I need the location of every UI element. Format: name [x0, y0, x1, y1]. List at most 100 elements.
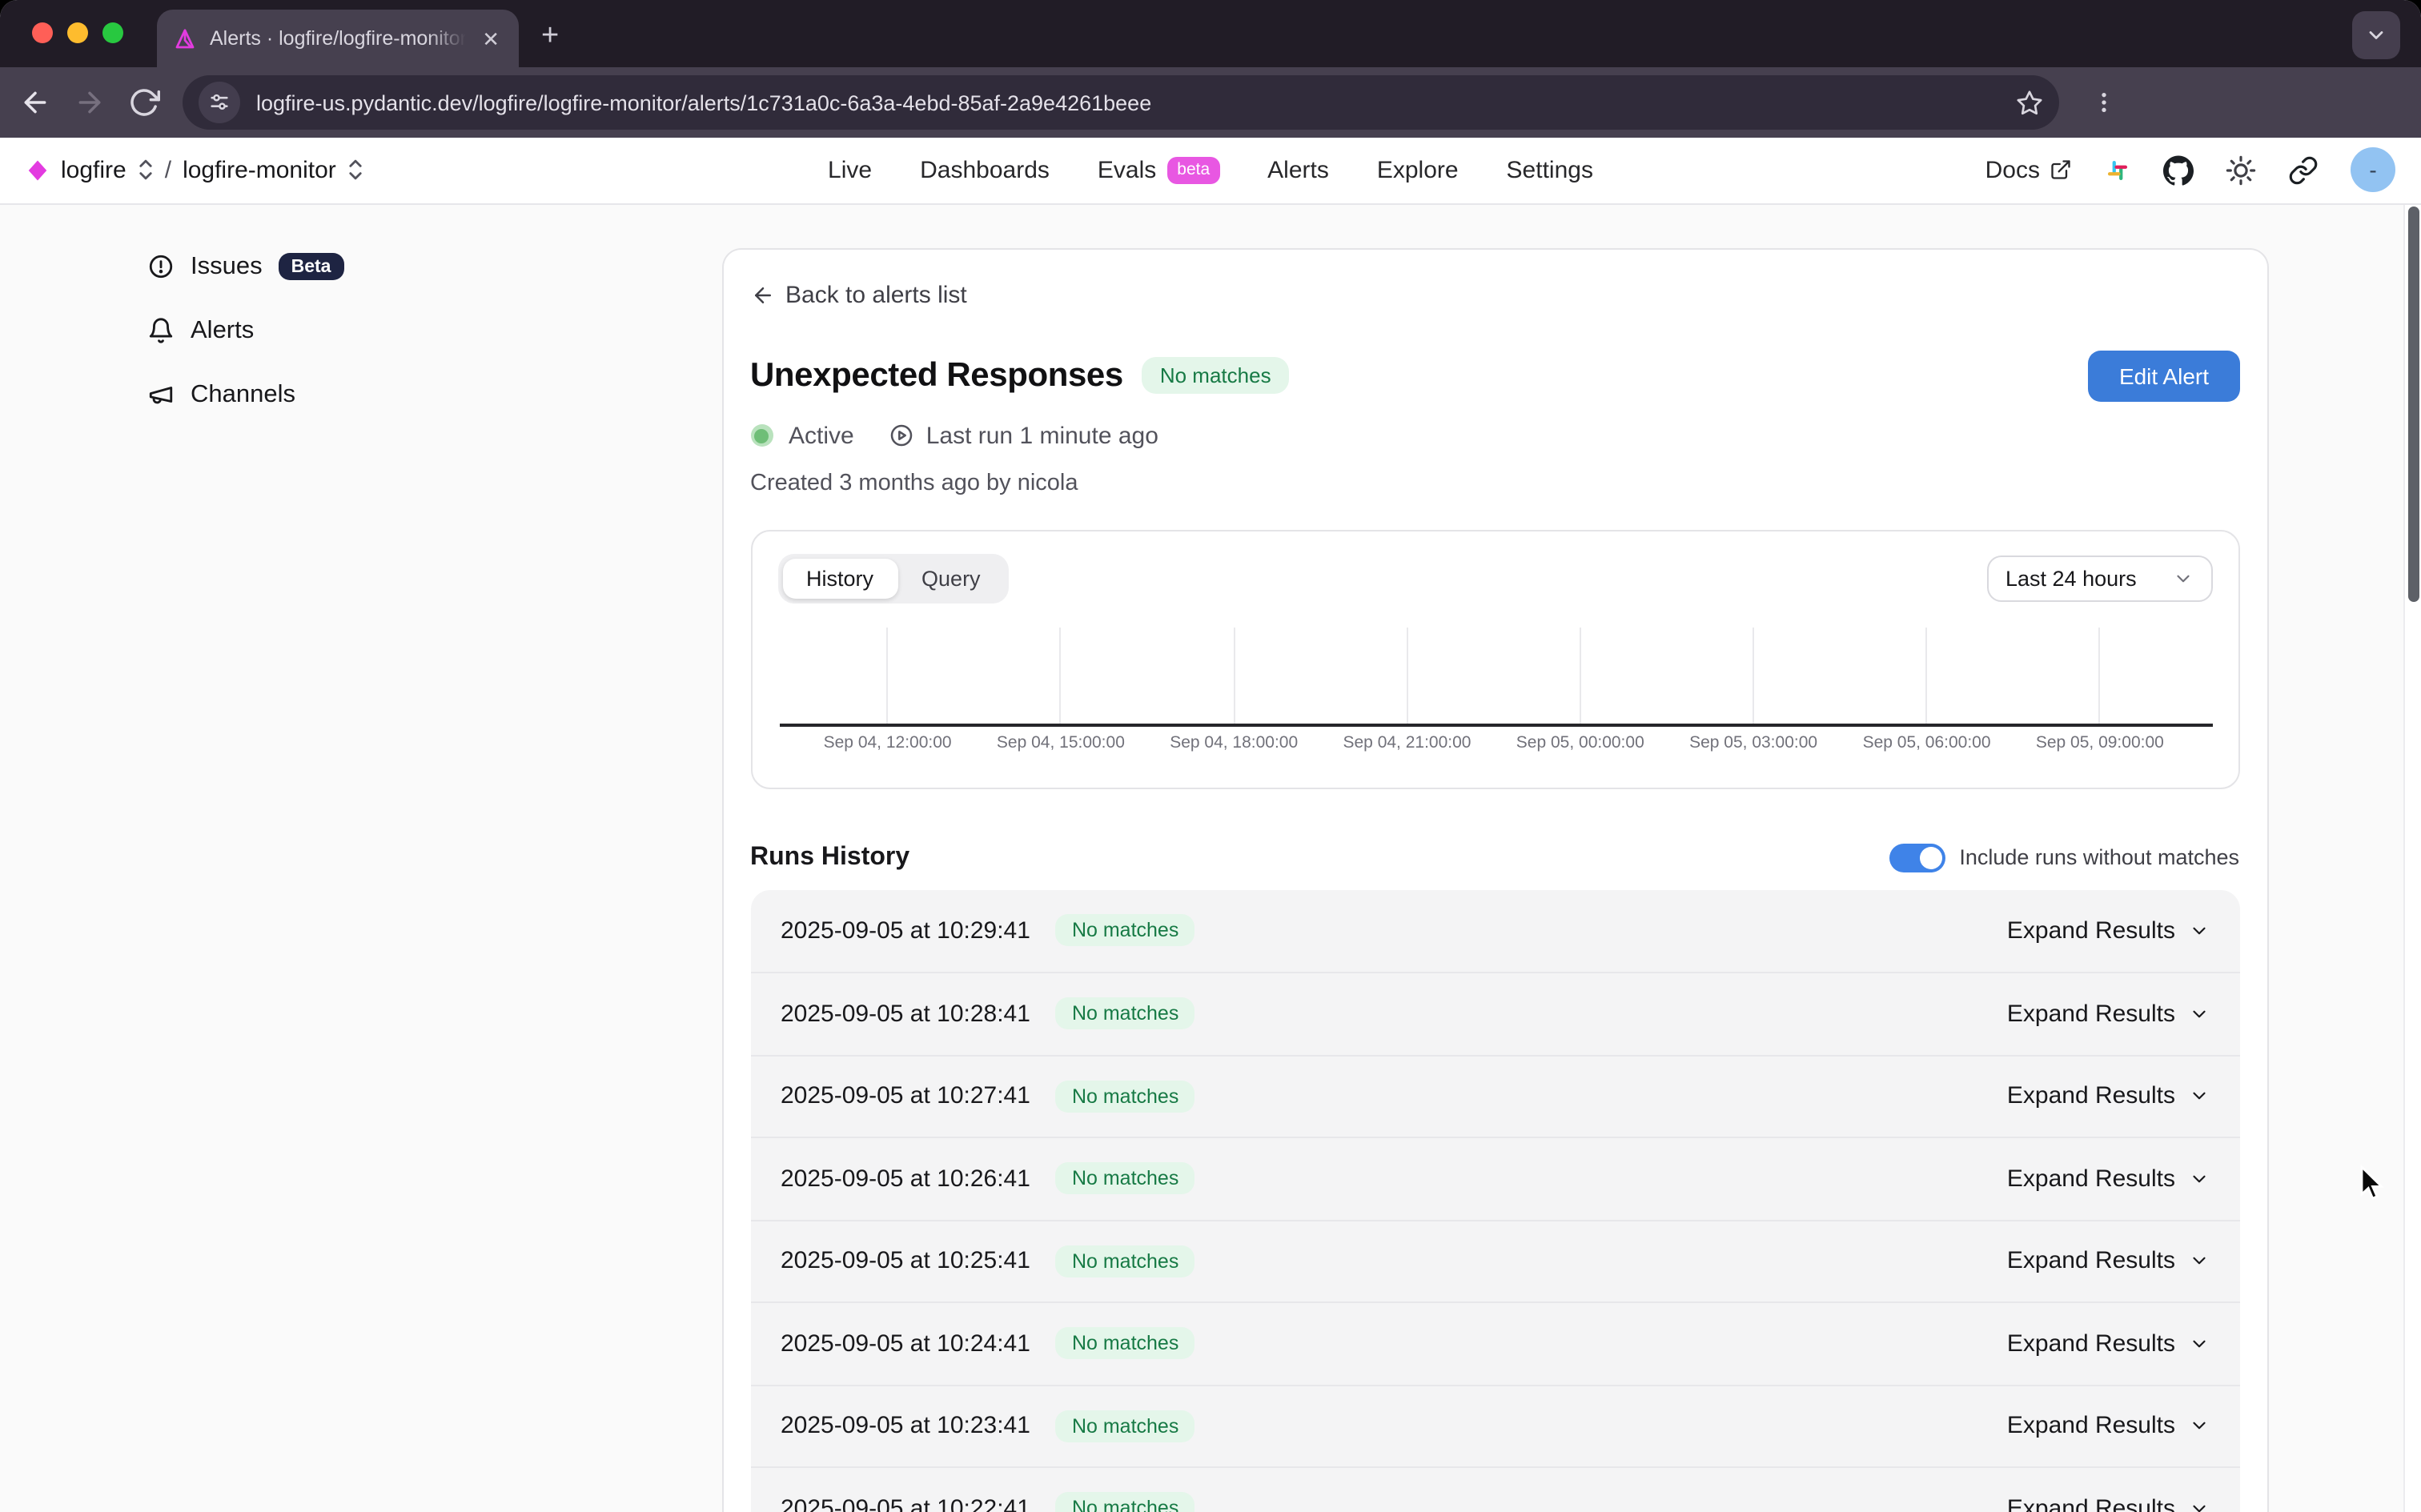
expand-results-button[interactable]: Expand Results [2007, 1495, 2209, 1512]
tab-search-button[interactable] [2352, 11, 2400, 59]
site-settings-icon[interactable] [199, 82, 240, 123]
new-tab-button[interactable]: + [541, 19, 559, 54]
run-timestamp: 2025-09-05 at 10:28:41 [781, 1001, 1030, 1028]
updown-chevron-icon[interactable] [347, 159, 363, 182]
expand-results-button[interactable]: Expand Results [2007, 1248, 2209, 1275]
back-to-alerts-link[interactable]: Back to alerts list [750, 281, 2239, 308]
runs-history-header: Runs History Include runs without matche… [750, 843, 2239, 872]
browser-toolbar: logfire-us.pydantic.dev/logfire/logfire-… [0, 67, 2421, 138]
include-runs-toggle[interactable] [1889, 843, 1945, 872]
expand-results-button[interactable]: Expand Results [2007, 1165, 2209, 1193]
reload-icon[interactable] [128, 86, 160, 118]
sidebar-item-channels[interactable]: Channels [147, 380, 721, 409]
expand-results-button[interactable]: Expand Results [2007, 917, 2209, 944]
chart-gridline [1407, 627, 1408, 723]
nav-alerts[interactable]: Alerts [1267, 157, 1329, 184]
nav-settings[interactable]: Settings [1507, 157, 1593, 184]
sidebar-item-label: Alerts [191, 316, 254, 345]
nav-evals[interactable]: Evalsbeta [1098, 157, 1219, 184]
run-status-badge: No matches [1056, 1410, 1194, 1442]
alert-status-badge: No matches [1142, 357, 1289, 394]
active-indicator-dot [750, 424, 773, 447]
run-timestamp: 2025-09-05 at 10:26:41 [781, 1165, 1030, 1193]
scrollbar-thumb[interactable] [2407, 207, 2419, 602]
alert-detail-card: Back to alerts list Unexpected Responses… [721, 247, 2268, 1512]
window-controls[interactable] [32, 22, 123, 43]
page-content: Issues Beta Alerts Channels Back to aler… [0, 204, 2421, 1512]
user-avatar[interactable]: - [2351, 148, 2395, 193]
tab-query[interactable]: Query [897, 558, 1005, 598]
time-range-select[interactable]: Last 24 hours [1986, 555, 2212, 601]
x-tick-label: Sep 05, 06:00:00 [1863, 732, 1991, 752]
run-row: 2025-09-05 at 10:27:41 No matches Expand… [750, 1054, 2239, 1137]
browser-menu-icon[interactable] [2091, 90, 2117, 115]
org-selector[interactable]: logfire [61, 157, 126, 184]
close-tab-icon[interactable]: ✕ [479, 25, 503, 52]
slack-icon[interactable] [2104, 157, 2131, 184]
sidebar-item-label: Channels [191, 380, 295, 409]
alert-title-row: Unexpected Responses No matches Edit Ale… [750, 350, 2239, 401]
page-title: Unexpected Responses [750, 356, 1123, 395]
chevron-down-icon [2188, 1086, 2209, 1107]
chevron-down-icon [2172, 568, 2193, 588]
run-timestamp: 2025-09-05 at 10:22:41 [781, 1495, 1030, 1512]
x-tick-label: Sep 04, 15:00:00 [997, 732, 1125, 752]
tab-history[interactable]: History [782, 558, 897, 598]
bookmark-star-icon[interactable] [2016, 89, 2043, 116]
minimize-window-button[interactable] [67, 22, 88, 43]
x-tick-label: Sep 04, 21:00:00 [1343, 732, 1471, 752]
nav-live[interactable]: Live [828, 157, 872, 184]
chevron-down-icon [2188, 1169, 2209, 1189]
header-actions: Docs - [1985, 148, 2395, 193]
sidebar-item-alerts[interactable]: Alerts [147, 316, 721, 345]
run-row: 2025-09-05 at 10:25:41 No matches Expand… [750, 1219, 2239, 1301]
run-timestamp: 2025-09-05 at 10:25:41 [781, 1248, 1030, 1275]
browser-tab[interactable]: Alerts · logfire/logfire-monitor ✕ [157, 10, 519, 67]
run-status-badge: No matches [1056, 1493, 1194, 1512]
last-run: Last run 1 minute ago [889, 422, 1158, 449]
back-icon[interactable] [19, 86, 51, 118]
sidebar: Issues Beta Alerts Channels [0, 204, 721, 409]
run-row: 2025-09-05 at 10:26:41 No matches Expand… [750, 1137, 2239, 1219]
expand-results-button[interactable]: Expand Results [2007, 1413, 2209, 1440]
close-window-button[interactable] [32, 22, 53, 43]
breadcrumb: logfire / logfire-monitor [26, 157, 363, 184]
x-tick-label: Sep 04, 12:00:00 [824, 732, 952, 752]
chevron-down-icon [2188, 1334, 2209, 1354]
github-icon[interactable] [2163, 155, 2194, 186]
sidebar-item-label: Issues [191, 252, 263, 281]
nav-dashboards[interactable]: Dashboards [920, 157, 1050, 184]
project-selector[interactable]: logfire-monitor [183, 157, 336, 184]
scrollbar-track[interactable] [2403, 205, 2421, 1512]
run-status-badge: No matches [1056, 1081, 1194, 1113]
alert-history-chart[interactable] [777, 627, 2212, 726]
chevron-down-icon [2188, 1251, 2209, 1272]
expand-results-button[interactable]: Expand Results [2007, 1001, 2209, 1028]
chart-gridline [1060, 627, 1062, 723]
run-row: 2025-09-05 at 10:23:41 No matches Expand… [750, 1384, 2239, 1466]
expand-results-button[interactable]: Expand Results [2007, 1083, 2209, 1110]
edit-alert-button[interactable]: Edit Alert [2089, 350, 2239, 401]
run-row: 2025-09-05 at 10:24:41 No matches Expand… [750, 1301, 2239, 1384]
chart-x-axis [779, 723, 2212, 726]
run-timestamp: 2025-09-05 at 10:27:41 [781, 1083, 1030, 1110]
x-tick-label: Sep 05, 03:00:00 [1689, 732, 1817, 752]
forward-icon[interactable] [74, 86, 106, 118]
expand-results-button[interactable]: Expand Results [2007, 1330, 2209, 1358]
updown-chevron-icon[interactable] [138, 159, 154, 182]
x-tick-label: Sep 04, 18:00:00 [1170, 732, 1298, 752]
share-link-icon[interactable] [2288, 155, 2319, 186]
docs-link[interactable]: Docs [1985, 157, 2072, 184]
chart-toolbar: History Query Last 24 hours [777, 553, 2212, 603]
url-text[interactable]: logfire-us.pydantic.dev/logfire/logfire-… [256, 90, 2000, 114]
toggle-knob [1919, 846, 1941, 868]
mouse-cursor [2352, 1164, 2387, 1202]
nav-explore[interactable]: Explore [1377, 157, 1459, 184]
address-bar[interactable]: logfire-us.pydantic.dev/logfire/logfire-… [183, 75, 2059, 130]
theme-sun-icon[interactable] [2226, 155, 2256, 186]
zoom-window-button[interactable] [102, 22, 123, 43]
arrow-left-icon [750, 283, 774, 307]
run-timestamp: 2025-09-05 at 10:24:41 [781, 1330, 1030, 1358]
sidebar-item-issues[interactable]: Issues Beta [147, 252, 721, 281]
x-tick-label: Sep 05, 09:00:00 [2036, 732, 2164, 752]
